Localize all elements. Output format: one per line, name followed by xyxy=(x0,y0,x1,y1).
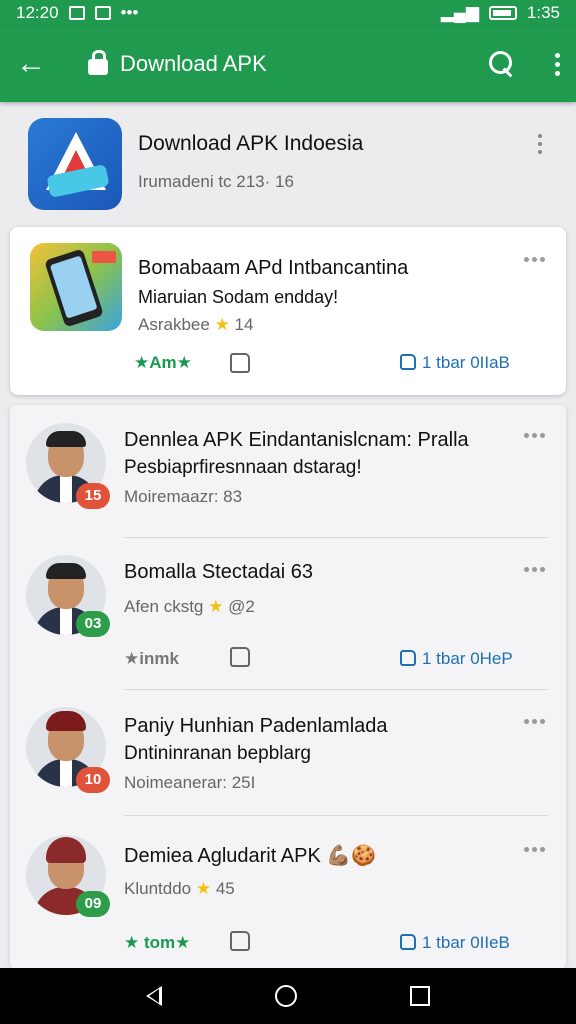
featured-rating[interactable]: ★Am★ xyxy=(134,353,192,373)
item-meta: Kluntddo ★ 45 xyxy=(124,879,235,898)
item-rating[interactable]: ★ tom★ xyxy=(124,933,190,953)
item-more-icon[interactable] xyxy=(524,567,545,572)
app-logo xyxy=(28,118,122,210)
item-title: Bomalla Stectadai 63 xyxy=(124,561,314,583)
item-more-icon[interactable] xyxy=(524,719,545,724)
app-header: Download APK Indoesia Irumadeni tc 213· … xyxy=(0,110,576,220)
item-more-icon[interactable] xyxy=(524,433,545,438)
thumbs-up-icon[interactable] xyxy=(230,647,250,667)
item-title: Paniy Hunhian Padenlamlada xyxy=(124,715,388,737)
featured-subtitle: Miaruian Sodam endday! xyxy=(138,287,339,307)
search-icon[interactable] xyxy=(489,51,515,77)
edit-notification-icon xyxy=(94,6,111,20)
divider xyxy=(124,815,548,816)
thumbs-up-icon[interactable] xyxy=(230,353,250,373)
item-like-button[interactable]: 1 tbar 0HeP xyxy=(400,649,513,669)
nav-home-icon[interactable] xyxy=(274,985,297,1007)
like-icon xyxy=(400,650,416,666)
item-title: Dennlea APK Eindantanislcnam: Pralla xyxy=(124,429,469,451)
item-like-button[interactable]: 1 tbar 0IIeB xyxy=(400,933,510,953)
star-icon: ★ xyxy=(208,597,224,616)
featured-more-icon[interactable] xyxy=(524,257,545,262)
app-bar-title: Download APK xyxy=(120,51,267,76)
count-badge: 09 xyxy=(76,891,110,917)
signal-icon: ▂▄▆ xyxy=(440,3,479,22)
item-rating[interactable]: ★inmk xyxy=(124,649,179,669)
status-bar: 12:20 ••• ▂▄▆ 1:35 xyxy=(0,0,576,26)
system-nav-bar xyxy=(0,968,576,1024)
item-meta: Moiremaazr: 83 xyxy=(124,487,243,506)
status-time-right: 1:35 xyxy=(526,3,560,22)
status-time-left: 12:20 xyxy=(16,3,59,22)
count-badge: 10 xyxy=(76,767,110,793)
nav-recents-icon[interactable] xyxy=(409,986,430,1006)
nav-back-icon[interactable] xyxy=(146,986,163,1006)
header-more-icon[interactable] xyxy=(538,134,542,154)
count-badge: 03 xyxy=(76,611,110,637)
notification-icon xyxy=(68,6,85,20)
item-subtitle: Dntininranan bepblarg xyxy=(124,743,311,764)
divider xyxy=(124,537,548,538)
back-arrow-icon[interactable]: ← xyxy=(16,47,56,81)
featured-like-button[interactable]: 1 tbar 0IIaB xyxy=(400,353,510,373)
like-icon xyxy=(400,354,416,370)
featured-meta: Asrakbee ★ 14 xyxy=(138,315,254,334)
battery-icon xyxy=(488,6,517,20)
item-title: Demiea Agludarit APK 💪🏽🍪 xyxy=(124,845,377,867)
header-title: Download APK Indoesia xyxy=(138,132,364,155)
header-subtitle: Irumadeni tc 213· 16 xyxy=(138,172,294,191)
featured-card[interactable]: Bomabaam APd Intbancantina Miaruian Soda… xyxy=(10,227,566,395)
more-notifications: ••• xyxy=(120,3,139,22)
item-subtitle: Pesbiaprfiresnnaan dstarag! xyxy=(124,457,362,478)
divider xyxy=(124,689,548,690)
featured-title: Bomabaam APd Intbancantina xyxy=(138,257,409,279)
featured-app-icon xyxy=(30,243,122,331)
star-icon: ★ xyxy=(195,879,212,898)
item-meta: Afen ckstg ★ @2 xyxy=(124,597,255,616)
like-icon xyxy=(400,934,416,950)
app-bar: ← Download APK xyxy=(0,26,576,102)
lock-icon xyxy=(88,50,108,75)
list-card: 15 Dennlea APK Eindantanislcnam: Pralla … xyxy=(10,405,566,969)
more-vert-icon[interactable] xyxy=(555,52,560,76)
item-more-icon[interactable] xyxy=(524,847,545,852)
count-badge: 15 xyxy=(76,483,110,509)
star-icon: ★ xyxy=(214,315,230,334)
thumbs-up-icon[interactable] xyxy=(230,931,250,951)
item-meta: Noimeanerar: 25I xyxy=(124,773,256,792)
